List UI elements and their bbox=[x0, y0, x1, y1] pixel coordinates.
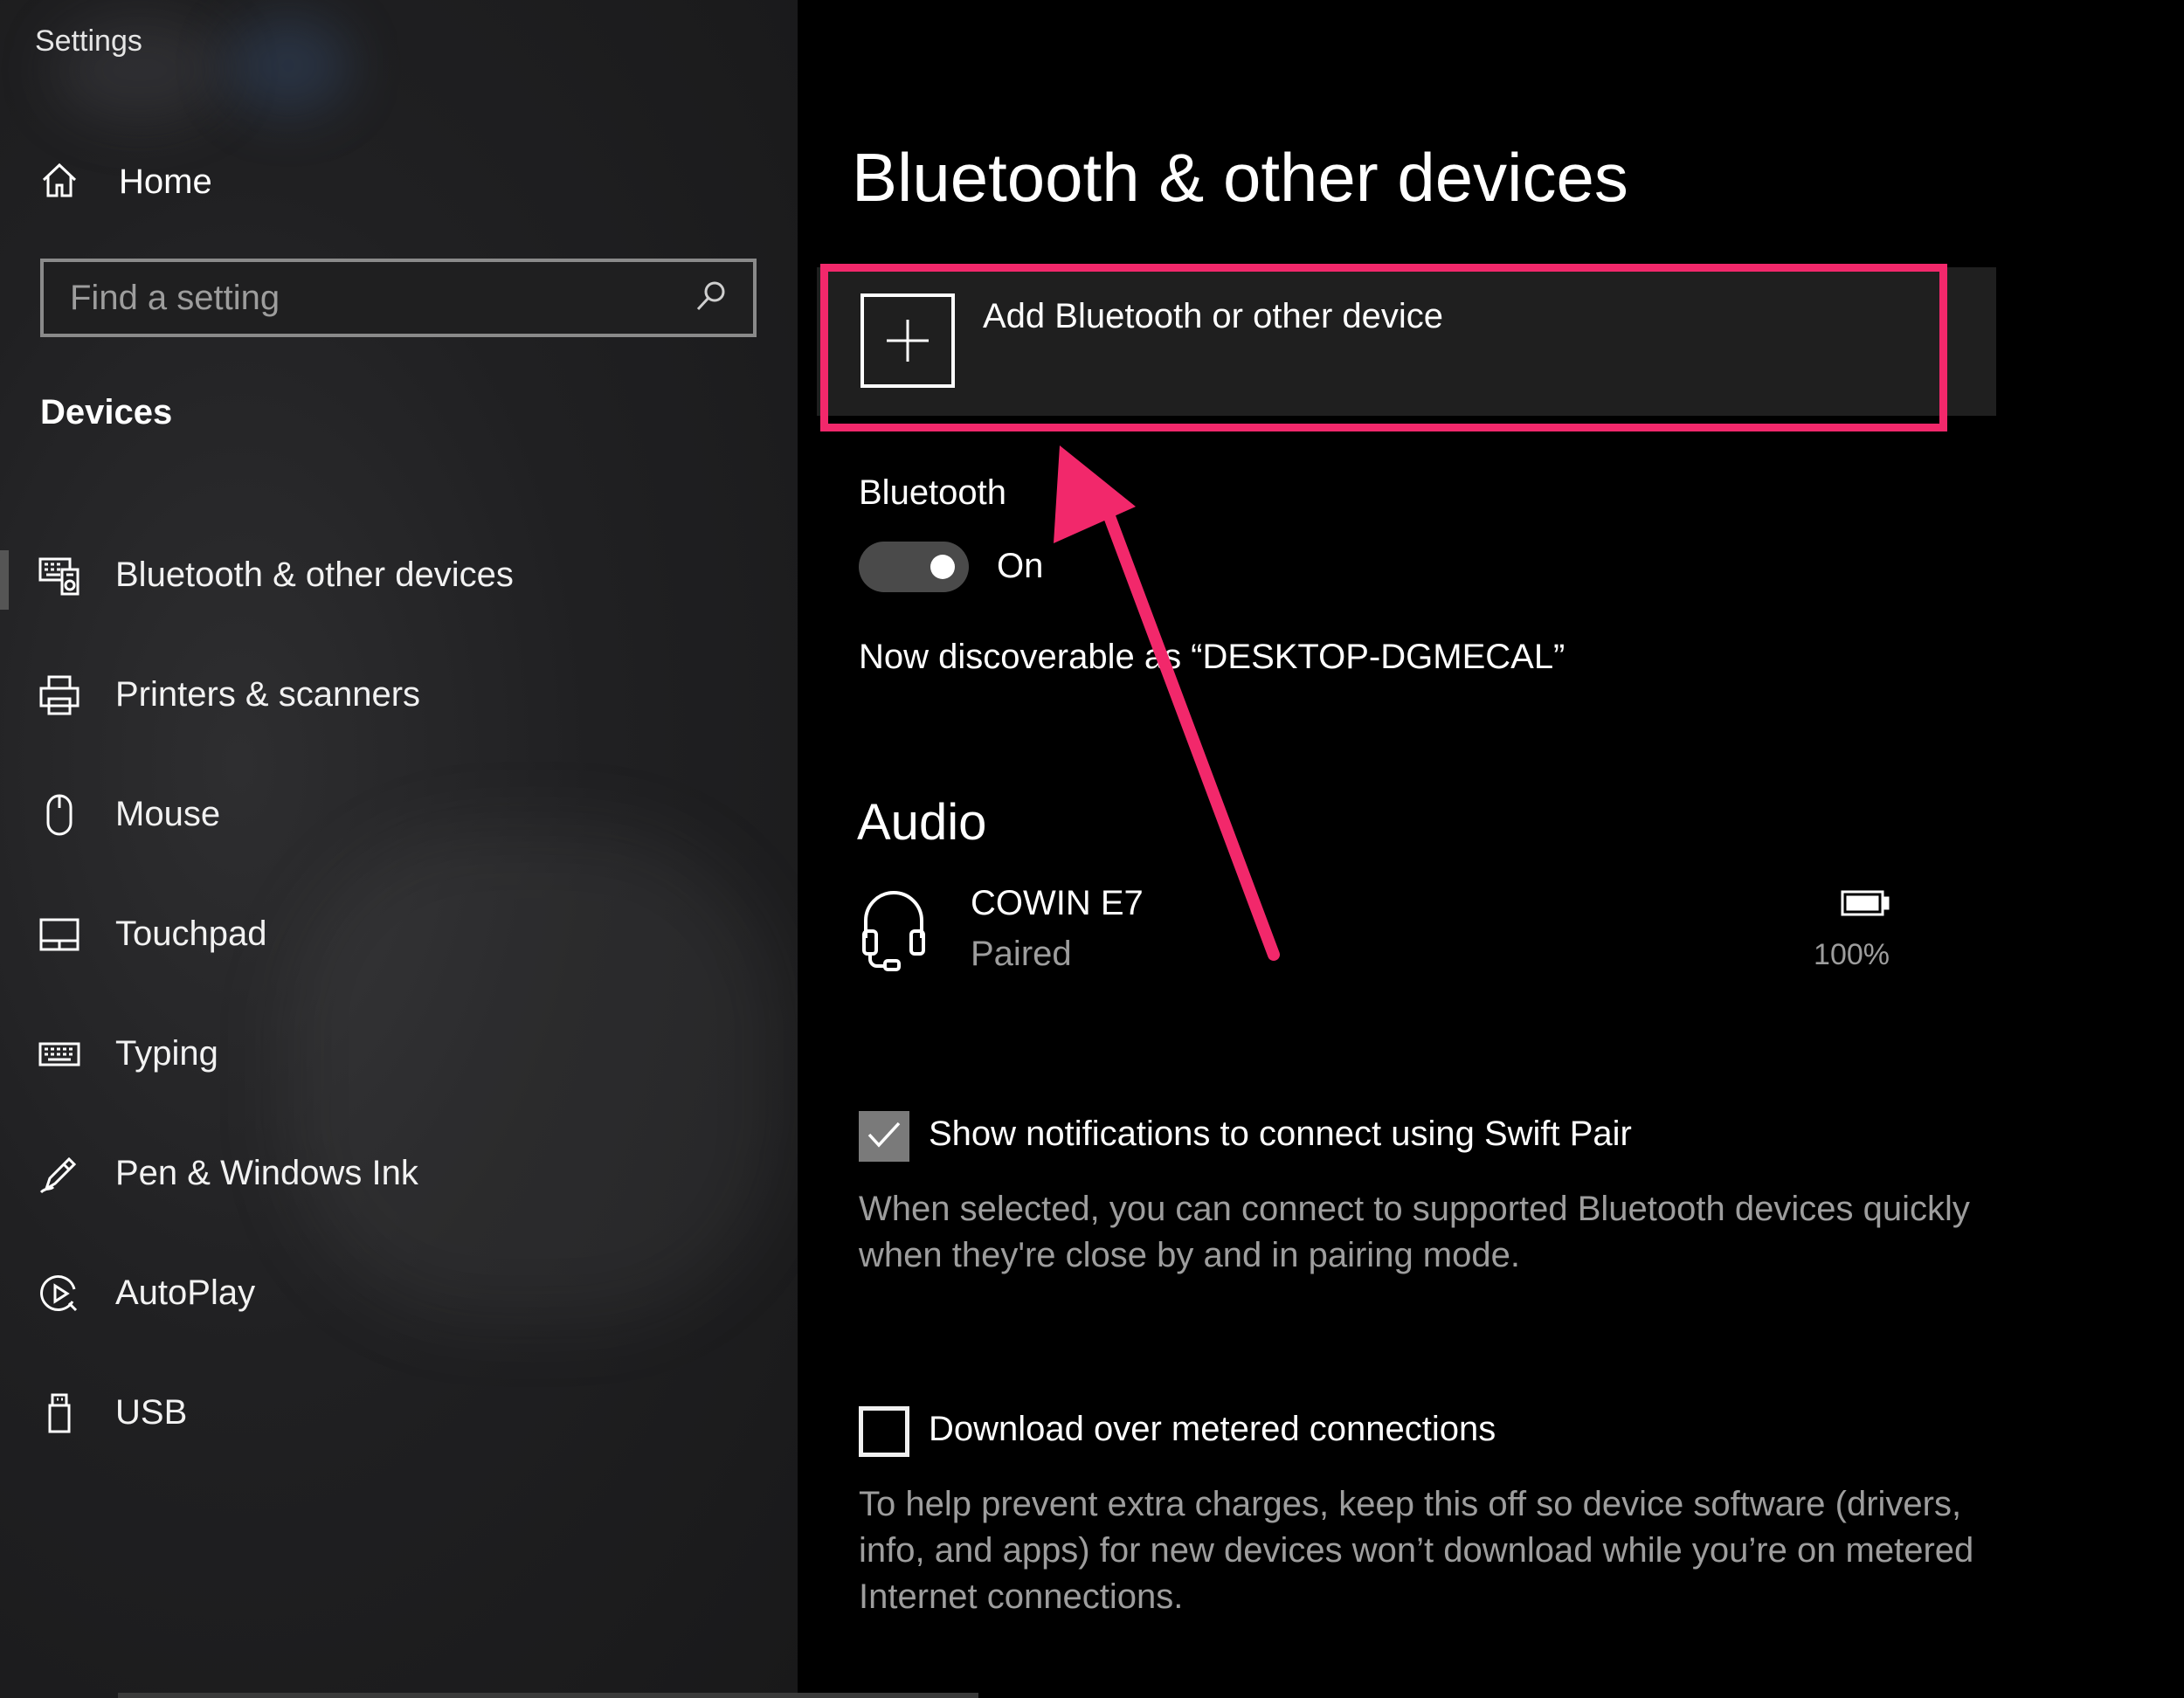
sidebar-item-bluetooth[interactable]: Bluetooth & other devices bbox=[0, 515, 798, 635]
sidebar-item-label: Touchpad bbox=[115, 915, 267, 953]
metered-label[interactable]: Download over metered connections bbox=[929, 1410, 1496, 1449]
metered-checkbox[interactable] bbox=[859, 1406, 909, 1457]
headset-icon bbox=[859, 886, 929, 977]
sidebar-item-label: Printers & scanners bbox=[115, 675, 421, 714]
battery-level: 100% bbox=[1814, 938, 1890, 971]
toggle-knob bbox=[930, 555, 955, 579]
search-input[interactable] bbox=[68, 277, 694, 319]
sidebar-item-label: USB bbox=[115, 1393, 188, 1432]
section-label: Devices bbox=[40, 393, 173, 431]
device-item[interactable]: COWIN E7 Paired 100% bbox=[859, 880, 1890, 985]
usb-icon bbox=[37, 1391, 82, 1436]
battery-icon bbox=[1841, 889, 1890, 921]
discoverable-text: Now discoverable as “DESKTOP-DGMECAL” bbox=[859, 638, 1565, 676]
search-icon[interactable] bbox=[694, 279, 729, 318]
bluetooth-label: Bluetooth bbox=[859, 473, 1007, 512]
touchpad-icon bbox=[37, 912, 82, 957]
add-device-button[interactable] bbox=[817, 267, 1996, 416]
sidebar-item-label: Typing bbox=[115, 1034, 218, 1073]
sidebar-item-pen[interactable]: Pen & Windows Ink bbox=[0, 1114, 798, 1233]
swift-pair-description: When selected, you can connect to suppor… bbox=[859, 1190, 1970, 1274]
toggle-state-label: On bbox=[997, 547, 1044, 585]
background-blur bbox=[227, 17, 349, 114]
audio-heading: Audio bbox=[857, 794, 987, 851]
bluetooth-devices-icon bbox=[37, 553, 82, 598]
pen-icon bbox=[37, 1151, 82, 1197]
checkmark-icon bbox=[867, 1121, 902, 1153]
bluetooth-toggle[interactable] bbox=[859, 542, 969, 592]
plus-icon[interactable] bbox=[860, 293, 955, 388]
add-device-label[interactable]: Add Bluetooth or other device bbox=[983, 297, 1443, 336]
swift-pair-label[interactable]: Show notifications to connect using Swif… bbox=[929, 1115, 1632, 1154]
sidebar-item-label: Pen & Windows Ink bbox=[115, 1154, 418, 1192]
sidebar-item-printers[interactable]: Printers & scanners bbox=[0, 635, 798, 755]
home-label: Home bbox=[119, 162, 212, 201]
horizontal-scrollbar[interactable] bbox=[118, 1693, 978, 1698]
sidebar-item-label: Bluetooth & other devices bbox=[115, 556, 514, 594]
sidebar-item-mouse[interactable]: Mouse bbox=[0, 755, 798, 874]
swift-pair-checkbox[interactable] bbox=[859, 1111, 909, 1162]
search-box[interactable] bbox=[40, 259, 757, 337]
sidebar-item-typing[interactable]: Typing bbox=[0, 994, 798, 1114]
main-content: Bluetooth & other devices Add Bluetooth … bbox=[798, 0, 2184, 1698]
app-title: Settings bbox=[35, 24, 142, 58]
sidebar-item-usb[interactable]: USB bbox=[0, 1353, 798, 1473]
home-icon bbox=[38, 159, 80, 205]
mouse-icon bbox=[37, 792, 82, 838]
sidebar-item-touchpad[interactable]: Touchpad bbox=[0, 874, 798, 994]
sidebar-item-label: Mouse bbox=[115, 795, 221, 833]
home-nav-item[interactable]: Home bbox=[38, 155, 212, 208]
page-title: Bluetooth & other devices bbox=[852, 139, 1628, 216]
device-name: COWIN E7 bbox=[971, 884, 1144, 922]
keyboard-icon bbox=[37, 1032, 82, 1077]
autoplay-icon bbox=[37, 1271, 82, 1316]
sidebar-item-autoplay[interactable]: AutoPlay bbox=[0, 1233, 798, 1353]
printer-icon bbox=[37, 673, 82, 718]
sidebar-item-label: AutoPlay bbox=[115, 1274, 256, 1312]
sidebar: Settings Home Devices Bluetooth & other bbox=[0, 0, 798, 1698]
metered-description: To help prevent extra charges, keep this… bbox=[859, 1485, 1974, 1616]
sidebar-nav: Bluetooth & other devices Printers & sca… bbox=[0, 515, 798, 1473]
device-status: Paired bbox=[971, 935, 1072, 973]
